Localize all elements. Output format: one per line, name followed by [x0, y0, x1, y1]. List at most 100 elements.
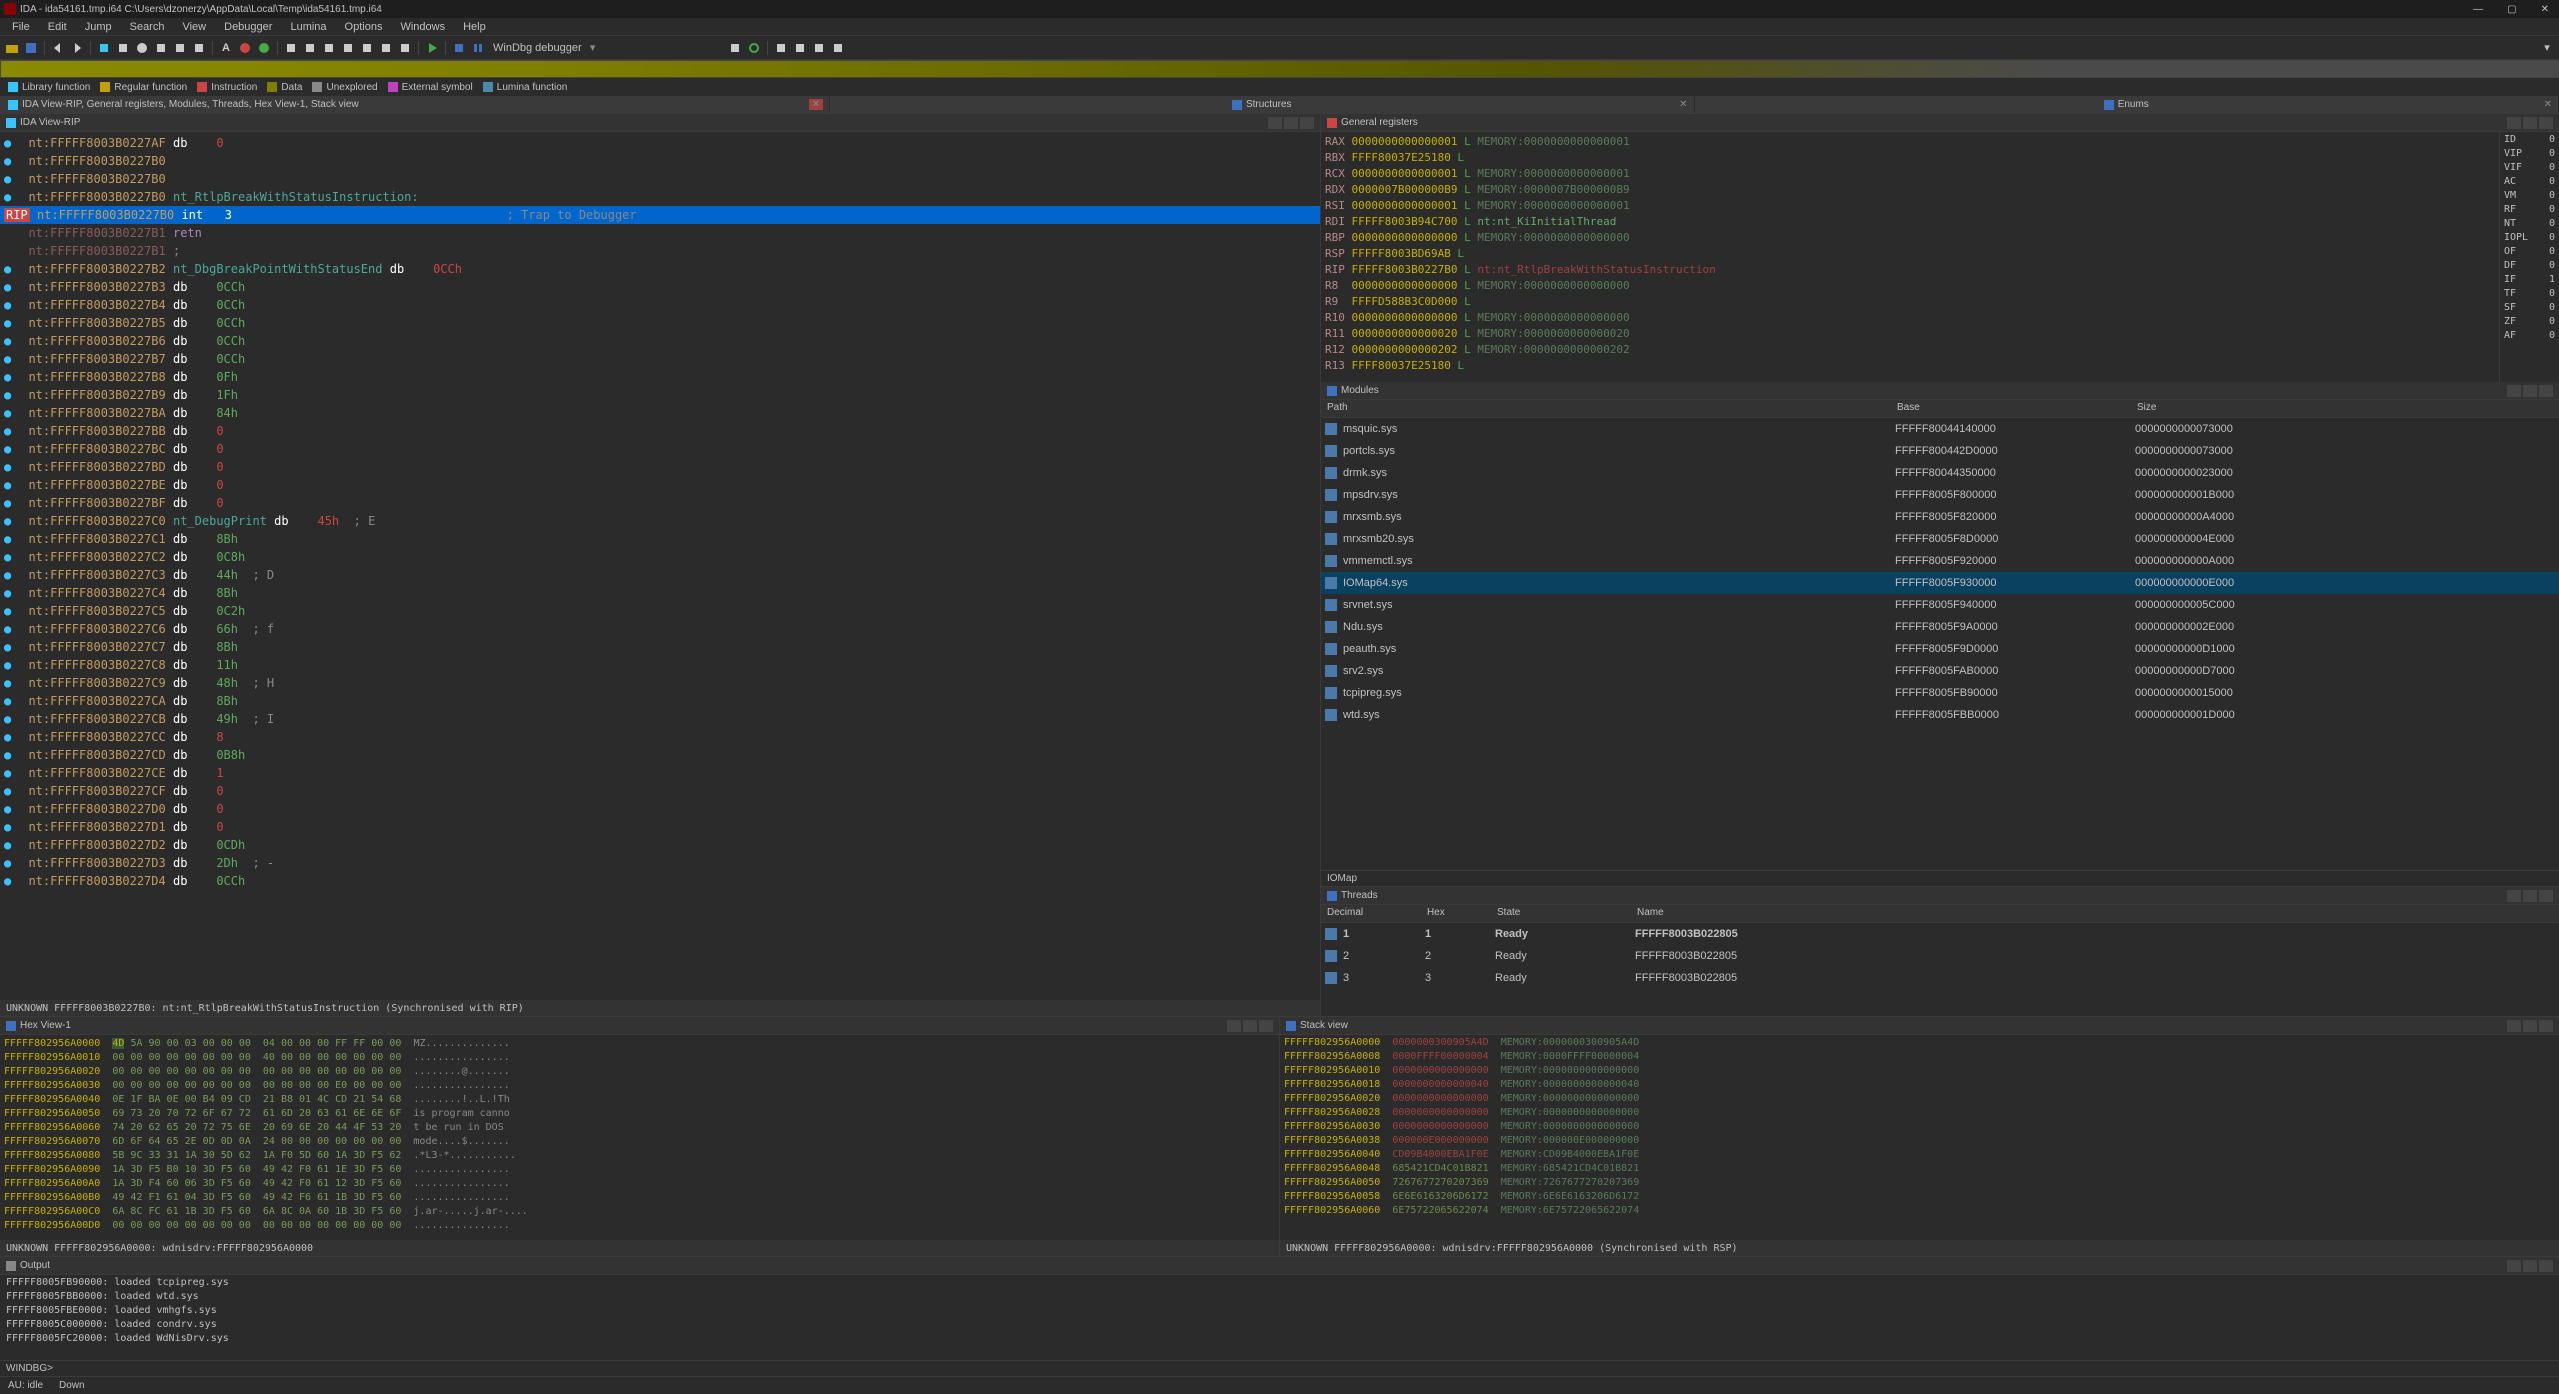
thread-row[interactable]: 22ReadyFFFFF8003B022805: [1321, 945, 2559, 967]
disasm-line[interactable]: ● nt:FFFFF8003B0227D0 db 0: [0, 800, 1320, 818]
panel-btn[interactable]: [2523, 1260, 2537, 1272]
disasm-line[interactable]: ● nt:FFFFF8003B0227B5 db 0CCh: [0, 314, 1320, 332]
modules-table-body[interactable]: msquic.sysFFFFF8004414000000000000000730…: [1321, 418, 2559, 870]
flag-row[interactable]: TF0: [2504, 288, 2555, 302]
back-icon[interactable]: [50, 40, 66, 56]
tool-icon[interactable]: [134, 40, 150, 56]
tab-main[interactable]: IDA View-RIP, General registers, Modules…: [0, 96, 830, 113]
forward-icon[interactable]: [69, 40, 85, 56]
register-row[interactable]: R10 0000000000000000 L MEMORY:0000000000…: [1325, 310, 2495, 326]
hex-line[interactable]: FFFFF802956A0050 69 73 20 70 72 6F 67 72…: [4, 1107, 1275, 1121]
hex-line[interactable]: FFFFF802956A0090 1A 3D F5 B0 10 3D F5 60…: [4, 1163, 1275, 1177]
stack-line[interactable]: FFFFF802956A0020 0000000000000000 MEMORY…: [1284, 1093, 2555, 1107]
module-row[interactable]: srv2.sysFFFFF8005FAB000000000000000D7000: [1321, 660, 2559, 682]
hex-line[interactable]: FFFFF802956A0060 74 20 62 65 20 72 75 6E…: [4, 1121, 1275, 1135]
refresh-icon[interactable]: [746, 40, 762, 56]
tool-icon[interactable]: [773, 40, 789, 56]
hex-line[interactable]: FFFFF802956A0020 00 00 00 00 00 00 00 00…: [4, 1065, 1275, 1079]
menu-lumina[interactable]: Lumina: [282, 21, 334, 33]
register-row[interactable]: RSP FFFFF8003BD69AB L: [1325, 246, 2495, 262]
disasm-line[interactable]: ● nt:FFFFF8003B0227BA db 84h: [0, 404, 1320, 422]
stack-line[interactable]: FFFFF802956A0010 0000000000000000 MEMORY…: [1284, 1065, 2555, 1079]
register-row[interactable]: R13 FFFF80037E25180 L: [1325, 358, 2495, 374]
debugger-selector[interactable]: WinDbg debugger: [493, 42, 582, 54]
menu-file[interactable]: File: [4, 21, 38, 33]
disasm-line[interactable]: ● nt:FFFFF8003B0227C7 db 8Bh: [0, 638, 1320, 656]
disasm-line[interactable]: ● nt:FFFFF8003B0227B0: [0, 170, 1320, 188]
tool-icon[interactable]: [96, 40, 112, 56]
pause-icon[interactable]: [470, 40, 486, 56]
module-row[interactable]: wtd.sysFFFFF8005FBB0000000000000001D000: [1321, 704, 2559, 726]
module-row[interactable]: portcls.sysFFFFF800442D00000000000000073…: [1321, 440, 2559, 462]
tab-enums[interactable]: Enums ✕: [1695, 96, 2559, 113]
module-row[interactable]: srvnet.sysFFFFF8005F940000000000000005C0…: [1321, 594, 2559, 616]
tab-close-icon[interactable]: ✕: [809, 99, 823, 110]
register-row[interactable]: R8 0000000000000000 L MEMORY:00000000000…: [1325, 278, 2495, 294]
stack-line[interactable]: FFFFF802956A0060 6E75722065622074 MEMORY…: [1284, 1205, 2555, 1219]
hex-line[interactable]: FFFFF802956A0070 6D 6F 64 65 2E 0D 0D 0A…: [4, 1135, 1275, 1149]
flag-row[interactable]: VIP0: [2504, 148, 2555, 162]
disasm-line[interactable]: ● nt:FFFFF8003B0227BF db 0: [0, 494, 1320, 512]
tool-icon[interactable]: [237, 40, 253, 56]
dropdown-icon[interactable]: ▾: [585, 40, 601, 56]
panel-btn[interactable]: [2523, 890, 2537, 902]
flag-row[interactable]: AF0: [2504, 330, 2555, 344]
disasm-line[interactable]: ● nt:FFFFF8003B0227C2 db 0C8h: [0, 548, 1320, 566]
disasm-line[interactable]: ● nt:FFFFF8003B0227C6 db 66h ; f: [0, 620, 1320, 638]
flag-row[interactable]: ID0: [2504, 134, 2555, 148]
register-row[interactable]: R9 FFFFD588B3C0D000 L: [1325, 294, 2495, 310]
disasm-line[interactable]: ● nt:FFFFF8003B0227C9 db 48h ; H: [0, 674, 1320, 692]
tool-icon[interactable]: [397, 40, 413, 56]
disasm-line[interactable]: ● nt:FFFFF8003B0227B0 nt_RtlpBreakWithSt…: [0, 188, 1320, 206]
output-prompt[interactable]: WINDBG>: [0, 1360, 2559, 1376]
menu-search[interactable]: Search: [122, 21, 173, 33]
module-row[interactable]: Ndu.sysFFFFF8005F9A0000000000000002E000: [1321, 616, 2559, 638]
disasm-line[interactable]: ● nt:FFFFF8003B0227B6 db 0CCh: [0, 332, 1320, 350]
disasm-line[interactable]: ● nt:FFFFF8003B0227B0: [0, 152, 1320, 170]
col-size[interactable]: Size: [2131, 400, 2371, 417]
hex-line[interactable]: FFFFF802956A00C0 6A 8C FC 61 1B 3D F5 60…: [4, 1205, 1275, 1219]
col-state[interactable]: State: [1491, 905, 1631, 922]
panel-btn[interactable]: [1268, 117, 1282, 129]
tool-icon[interactable]: [830, 40, 846, 56]
disasm-line[interactable]: ● nt:FFFFF8003B0227CD db 0B8h: [0, 746, 1320, 764]
disasm-line[interactable]: ● nt:FFFFF8003B0227BE db 0: [0, 476, 1320, 494]
minimize-button[interactable]: —: [2467, 4, 2489, 15]
register-row[interactable]: RCX 0000000000000001 L MEMORY:0000000000…: [1325, 166, 2495, 182]
flag-row[interactable]: ZF0: [2504, 316, 2555, 330]
hex-line[interactable]: FFFFF802956A0080 5B 9C 33 31 1A 30 5D 62…: [4, 1149, 1275, 1163]
disasm-line[interactable]: ● nt:FFFFF8003B0227B7 db 0CCh: [0, 350, 1320, 368]
tool-icon[interactable]: [283, 40, 299, 56]
module-row[interactable]: IOMap64.sysFFFFF8005F930000000000000000E…: [1321, 572, 2559, 594]
flag-row[interactable]: NT0: [2504, 218, 2555, 232]
disasm-line[interactable]: ● nt:FFFFF8003B0227AF db 0: [0, 134, 1320, 152]
stack-line[interactable]: FFFFF802956A0040 CD09B4000EBA1F0E MEMORY…: [1284, 1149, 2555, 1163]
disasm-line[interactable]: ● nt:FFFFF8003B0227B8 db 0Fh: [0, 368, 1320, 386]
register-row[interactable]: RIP FFFFF8003B0227B0 L nt:nt_RtlpBreakWi…: [1325, 262, 2495, 278]
tool-icon[interactable]: [302, 40, 318, 56]
panel-btn[interactable]: [1284, 117, 1298, 129]
col-path[interactable]: Path: [1321, 400, 1891, 417]
flag-row[interactable]: AC0: [2504, 176, 2555, 190]
flag-row[interactable]: RF0: [2504, 204, 2555, 218]
thread-row[interactable]: 11ReadyFFFFF8003B022805: [1321, 923, 2559, 945]
disasm-line[interactable]: ● nt:FFFFF8003B0227CF db 0: [0, 782, 1320, 800]
module-row[interactable]: mrxsmb20.sysFFFFF8005F8D0000000000000004…: [1321, 528, 2559, 550]
panel-btn[interactable]: [2523, 1020, 2537, 1032]
module-row[interactable]: peauth.sysFFFFF8005F9D000000000000000D10…: [1321, 638, 2559, 660]
panel-btn[interactable]: [2539, 890, 2553, 902]
tool-icon[interactable]: [727, 40, 743, 56]
disasm-line[interactable]: ● nt:FFFFF8003B0227C4 db 8Bh: [0, 584, 1320, 602]
hex-line[interactable]: FFFFF802956A00D0 00 00 00 00 00 00 00 00…: [4, 1219, 1275, 1233]
register-row[interactable]: R12 0000000000000202 L MEMORY:0000000000…: [1325, 342, 2495, 358]
maximize-button[interactable]: ▢: [2501, 4, 2522, 15]
panel-btn[interactable]: [1227, 1020, 1241, 1032]
stack-line[interactable]: FFFFF802956A0030 0000000000000000 MEMORY…: [1284, 1121, 2555, 1135]
stack-line[interactable]: FFFFF802956A0038 000000E000000000 MEMORY…: [1284, 1135, 2555, 1149]
disasm-line[interactable]: ● nt:FFFFF8003B0227D3 db 2Dh ; -: [0, 854, 1320, 872]
stack-line[interactable]: FFFFF802956A0000 0000000300905A4D MEMORY…: [1284, 1037, 2555, 1051]
panel-btn[interactable]: [2507, 890, 2521, 902]
flag-row[interactable]: SF0: [2504, 302, 2555, 316]
tool-icon[interactable]: [153, 40, 169, 56]
save-icon[interactable]: [23, 40, 39, 56]
